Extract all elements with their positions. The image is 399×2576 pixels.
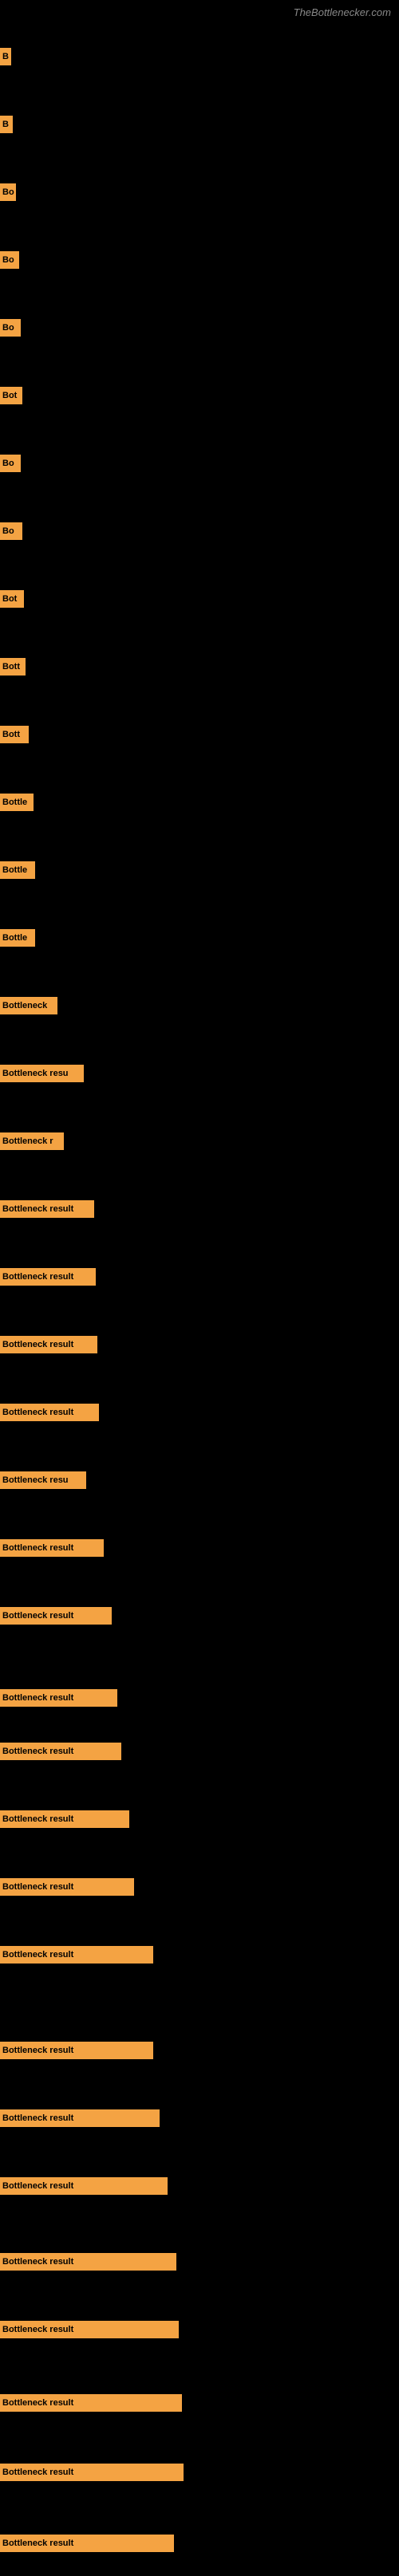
bar-label: Bott bbox=[0, 658, 26, 676]
bar-row: Bott bbox=[0, 658, 26, 676]
bar-label: Bottleneck result bbox=[0, 2394, 182, 2412]
bar-row: Bottleneck result bbox=[0, 1689, 117, 1707]
bar-label: Bottle bbox=[0, 794, 34, 811]
bar-row: Bottleneck result bbox=[0, 2394, 182, 2412]
bar-label: Bottleneck result bbox=[0, 2253, 176, 2271]
bar-label: Bottleneck result bbox=[0, 1404, 99, 1421]
bar-row: Bottle bbox=[0, 929, 35, 947]
bar-label: Bottleneck result bbox=[0, 2109, 160, 2127]
bar-label: Bottleneck bbox=[0, 997, 57, 1014]
bar-row: Bottleneck result bbox=[0, 1878, 134, 1896]
bar-label: Bo bbox=[0, 183, 16, 201]
bar-label: Bottleneck result bbox=[0, 2042, 153, 2059]
bar-row: Bottleneck result bbox=[0, 2464, 184, 2481]
bar-label: Bottleneck result bbox=[0, 2177, 168, 2195]
bar-label: Bottleneck resu bbox=[0, 1471, 86, 1489]
bar-row: Bottleneck bbox=[0, 997, 57, 1014]
bar-label: Bottleneck result bbox=[0, 1607, 112, 1625]
bar-row: Bo bbox=[0, 522, 22, 540]
bar-row: Bottle bbox=[0, 794, 34, 811]
bar-row: Bo bbox=[0, 319, 21, 337]
bar-row: Bottleneck result bbox=[0, 2253, 176, 2271]
bar-row: Bottle bbox=[0, 861, 35, 879]
bar-row: Bottleneck result bbox=[0, 2109, 160, 2127]
bar-row: Bottleneck result bbox=[0, 1200, 94, 1218]
bar-label: Bottle bbox=[0, 929, 35, 947]
bar-label: Bo bbox=[0, 319, 21, 337]
bar-row: Bottleneck resu bbox=[0, 1065, 84, 1082]
bar-label: Bottleneck result bbox=[0, 1539, 104, 1557]
bar-row: Bottleneck resu bbox=[0, 1471, 86, 1489]
bar-row: B bbox=[0, 116, 13, 133]
bar-label: Bottleneck result bbox=[0, 2535, 174, 2552]
bar-row: Bottleneck result bbox=[0, 2042, 153, 2059]
bar-label: Bottleneck result bbox=[0, 1810, 129, 1828]
bar-label: Bottleneck result bbox=[0, 1268, 96, 1286]
bar-row: Bottleneck result bbox=[0, 1336, 97, 1353]
bar-label: Bottleneck r bbox=[0, 1132, 64, 1150]
bar-label: Bottleneck result bbox=[0, 2464, 184, 2481]
bar-label: Bottleneck result bbox=[0, 1689, 117, 1707]
bar-row: B bbox=[0, 48, 11, 65]
bar-label: Bottle bbox=[0, 861, 35, 879]
bar-label: B bbox=[0, 48, 11, 65]
bar-label: Bo bbox=[0, 522, 22, 540]
bar-label: B bbox=[0, 116, 13, 133]
bar-label: Bottleneck result bbox=[0, 1946, 153, 1964]
bar-label: Bottleneck result bbox=[0, 1743, 121, 1760]
bar-label: Bottleneck result bbox=[0, 1200, 94, 1218]
bar-label: Bott bbox=[0, 726, 29, 743]
bars-container: B B Bo Bo Bo Bot Bo Bo Bot Bott Bott Bottle Bottle Bo… bbox=[0, 24, 399, 2576]
bar-row: Bottleneck result bbox=[0, 1743, 121, 1760]
bar-row: Bottleneck result bbox=[0, 2535, 174, 2552]
bar-row: Bo bbox=[0, 183, 16, 201]
bar-label: Bo bbox=[0, 251, 19, 269]
bar-label: Bot bbox=[0, 590, 24, 608]
bar-row: Bottleneck r bbox=[0, 1132, 64, 1150]
bar-row: Bott bbox=[0, 726, 29, 743]
bar-label: Bottleneck result bbox=[0, 1336, 97, 1353]
bar-label: Bottleneck resu bbox=[0, 1065, 84, 1082]
bar-label: Bottleneck result bbox=[0, 1878, 134, 1896]
bar-row: Bot bbox=[0, 590, 24, 608]
bar-row: Bo bbox=[0, 455, 21, 472]
bar-row: Bottleneck result bbox=[0, 2321, 179, 2338]
bar-row: Bottleneck result bbox=[0, 1946, 153, 1964]
bar-row: Bottleneck result bbox=[0, 1810, 129, 1828]
bar-row: Bottleneck result bbox=[0, 2177, 168, 2195]
bar-row: Bo bbox=[0, 251, 19, 269]
bar-row: Bottleneck result bbox=[0, 1268, 96, 1286]
bar-row: Bottleneck result bbox=[0, 1607, 112, 1625]
bar-row: Bottleneck result bbox=[0, 1539, 104, 1557]
bar-label: Bottleneck result bbox=[0, 2321, 179, 2338]
bar-row: Bot bbox=[0, 387, 22, 404]
site-title: TheBottlenecker.com bbox=[294, 6, 391, 18]
bar-row: Bottleneck result bbox=[0, 1404, 99, 1421]
bar-label: Bo bbox=[0, 455, 21, 472]
bar-label: Bot bbox=[0, 387, 22, 404]
